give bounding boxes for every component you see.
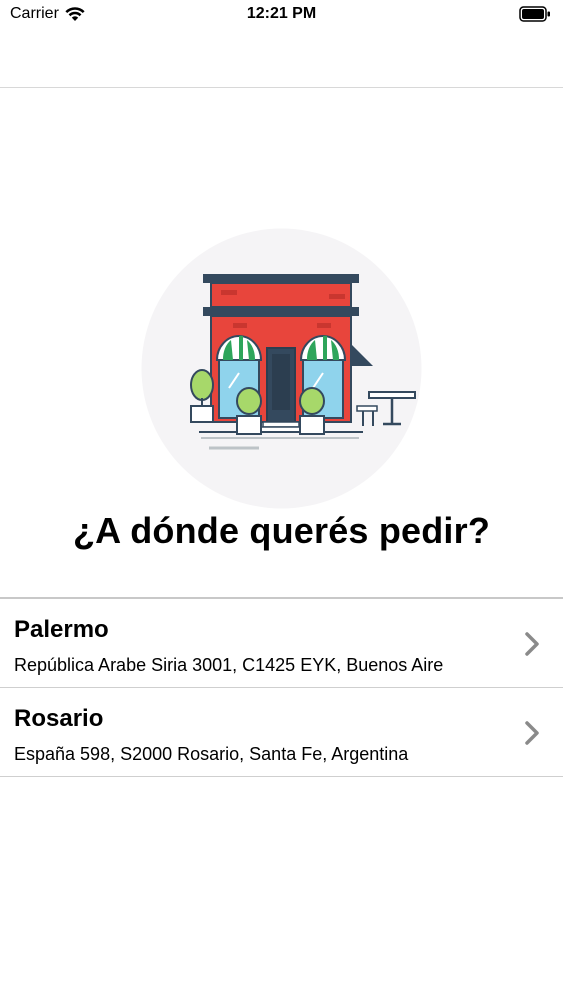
- status-bar: Carrier 12:21 PM: [0, 0, 563, 30]
- location-name: Palermo: [14, 616, 109, 643]
- location-address: España 598, S2000 Rosario, Santa Fe, Arg…: [14, 744, 409, 764]
- location-row-palermo[interactable]: Palermo República Arabe Siria 3001, C142…: [0, 599, 563, 688]
- location-list: Palermo República Arabe Siria 3001, C142…: [0, 597, 563, 777]
- chevron-right-icon: [525, 721, 539, 745]
- location-name: Rosario: [14, 705, 104, 732]
- location-row-rosario[interactable]: Rosario España 598, S2000 Rosario, Santa…: [0, 688, 563, 777]
- navigation-bar: [0, 30, 563, 88]
- battery-icon: [519, 6, 550, 22]
- location-address: República Arabe Siria 3001, C1425 EYK, B…: [14, 655, 444, 675]
- chevron-right-icon: [525, 632, 539, 656]
- store-illustration: [141, 228, 422, 509]
- page-title: ¿A dónde querés pedir?: [72, 510, 491, 551]
- status-time: 12:21 PM: [246, 5, 317, 22]
